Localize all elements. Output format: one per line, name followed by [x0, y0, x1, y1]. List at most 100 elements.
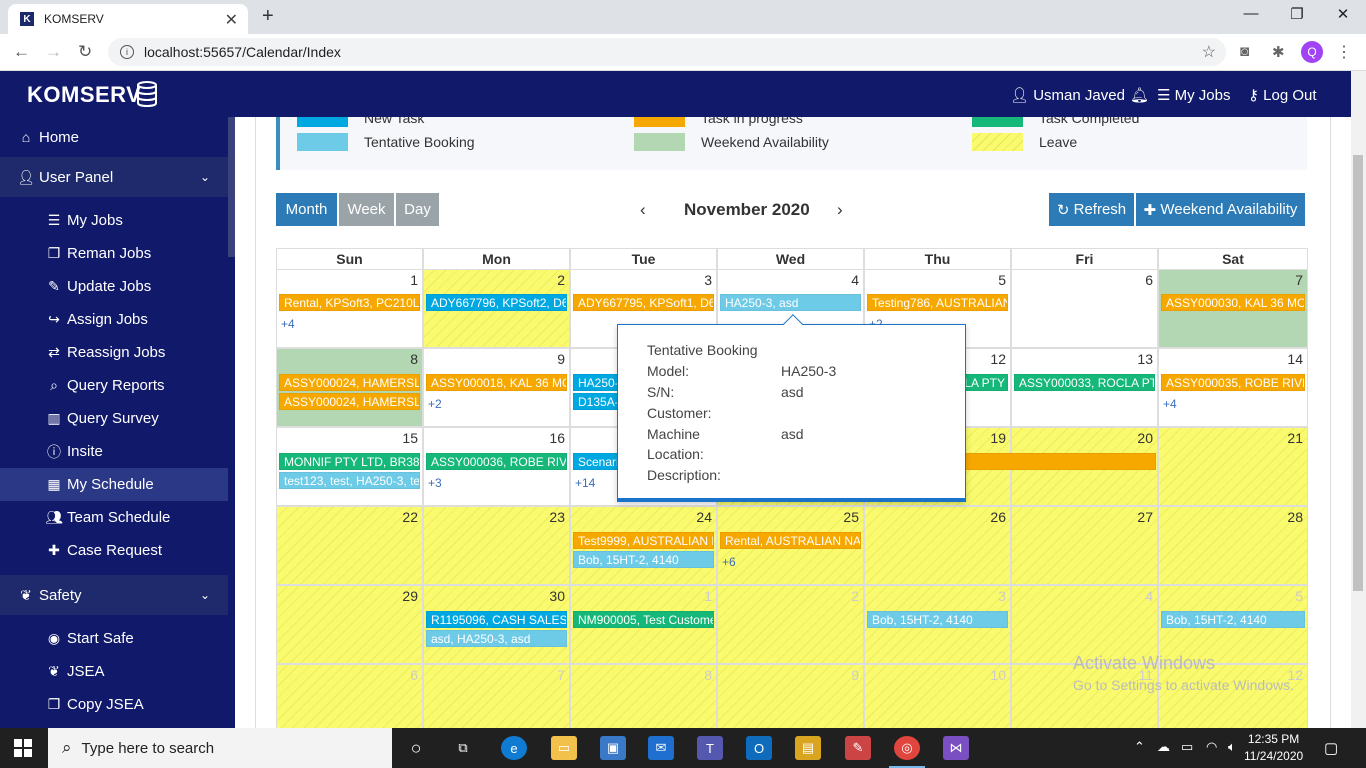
sidebar-item-jsea[interactable]: ❦ JSEA	[0, 655, 228, 688]
file-explorer-icon[interactable]: ▭	[551, 736, 577, 760]
my-jobs-link[interactable]: ☰ My Jobs	[1157, 86, 1230, 104]
sidebar-item-start-safe[interactable]: ◉ Start Safe	[0, 622, 228, 655]
calendar-event[interactable]: ASSY000035, ROBE RIVER	[1161, 374, 1305, 391]
more-events-link[interactable]: +4	[281, 317, 295, 331]
sidebar-item-case-request[interactable]: ✚ Case Request	[0, 534, 228, 567]
sidebar-item-safety[interactable]: ❦ Safety ⌄	[0, 575, 228, 615]
notifications-icon[interactable]: ▢	[1324, 739, 1338, 757]
mail-icon[interactable]: ✉	[648, 736, 674, 760]
bell-icon[interactable]: 🔔︎	[1130, 86, 1149, 104]
back-icon[interactable]: ←	[13, 42, 30, 62]
day-cell[interactable]: 28	[1158, 506, 1308, 585]
chrome-icon[interactable]: ◎	[894, 736, 920, 760]
menu-dots-icon[interactable]: ⋮	[1336, 42, 1352, 62]
day-cell[interactable]: 10	[864, 664, 1011, 728]
prev-month-icon[interactable]: ‹	[640, 200, 646, 220]
address-bar[interactable]: i localhost:55657/Calendar/Index ☆	[108, 38, 1226, 66]
calendar-event[interactable]: ASSY000036, ROBE RIVER	[426, 453, 567, 470]
sidebar-item-my-jobs[interactable]: ☰ My Jobs	[0, 204, 228, 237]
calendar-event[interactable]: R1195096, CASH SALES -	[426, 611, 567, 628]
camera-icon[interactable]: ◙	[1240, 43, 1249, 60]
visual-studio-icon[interactable]: ⋈	[943, 736, 969, 760]
edge-icon[interactable]: e	[501, 736, 527, 760]
sql-icon[interactable]: ▤	[795, 736, 821, 760]
outlook-icon[interactable]: O	[746, 736, 772, 760]
calendar-event[interactable]: Testing786, AUSTRALIAN	[867, 294, 1008, 311]
new-tab-icon[interactable]: +	[262, 5, 274, 28]
day-cell[interactable]: 26	[864, 506, 1011, 585]
sidebar-item-copy-jsea[interactable]: ❐ Copy JSEA	[0, 688, 228, 721]
page-scrollbar-thumb[interactable]	[1353, 155, 1363, 591]
calendar-event[interactable]: ASSY000018, KAL 36 MOG	[426, 374, 567, 391]
day-cell[interactable]: 27	[1011, 506, 1158, 585]
sidebar-item-query-survey[interactable]: ▥ Query Survey	[0, 402, 228, 435]
system-clock[interactable]: 12:35 PM 11/24/2020	[1244, 731, 1303, 765]
next-month-icon[interactable]: ›	[837, 200, 843, 220]
calendar-event[interactable]: ASSY000024, HAMERSLEY	[279, 393, 420, 410]
calendar-event[interactable]: ADY667796, KPSoft2, D65	[426, 294, 567, 311]
windows-start-icon[interactable]	[14, 739, 32, 757]
day-cell[interactable]: 23	[423, 506, 570, 585]
user-menu[interactable]: 👤︎ Usman Javed	[1010, 86, 1125, 104]
day-cell[interactable]: 22	[276, 506, 423, 585]
calendar-event[interactable]: Bob, 15HT-2, 4140	[867, 611, 1008, 628]
day-view-button[interactable]: Day	[396, 193, 439, 226]
sidebar-item-update-jobs[interactable]: ✎ Update Jobs	[0, 270, 228, 303]
sidebar-item-reman-jobs[interactable]: ❐ Reman Jobs	[0, 237, 228, 270]
more-events-link[interactable]: +6	[722, 555, 736, 569]
battery-icon[interactable]: ▭	[1181, 739, 1193, 755]
calendar-event[interactable]: MONNIF PTY LTD, BR380J	[279, 453, 420, 470]
sidebar-item-insite[interactable]: ⓘ Insite	[0, 435, 228, 468]
sidebar-scrollbar[interactable]	[228, 117, 235, 257]
calendar-event[interactable]: Bob, 15HT-2, 4140	[1161, 611, 1305, 628]
sidebar-item-home[interactable]: ⌂ Home	[0, 117, 228, 157]
sidebar-item-reassign-jobs[interactable]: ⇄ Reassign Jobs	[0, 336, 228, 369]
volume-icon[interactable]: 🔈︎	[1228, 739, 1236, 755]
day-cell[interactable]: 6	[276, 664, 423, 728]
task-view-icon[interactable]: ⧉	[450, 736, 476, 760]
restore-icon[interactable]: ❐	[1287, 5, 1307, 23]
sidebar-item-team-schedule[interactable]: 👥︎ Team Schedule	[0, 501, 228, 534]
sidebar-item-my-schedule[interactable]: ▦ My Schedule	[0, 468, 228, 501]
calendar-event[interactable]: HA250-3, asd	[720, 294, 861, 311]
minimize-icon[interactable]: —	[1241, 5, 1261, 22]
logout-link[interactable]: ⚷ Log Out	[1248, 86, 1317, 104]
refresh-button[interactable]: ↻ Refresh	[1049, 193, 1134, 226]
more-events-link[interactable]: +4	[1163, 397, 1177, 411]
app-logo[interactable]: KOMSERV	[27, 82, 141, 108]
calendar-event[interactable]: ASSY000030, KAL 36 MOG	[1161, 294, 1305, 311]
calendar-event[interactable]: Rental, AUSTRALIAN NAT	[720, 532, 861, 549]
calendar-event[interactable]: ASSY000024, HAMERSLEY	[279, 374, 420, 391]
calendar-event[interactable]: test123, test, HA250-3, te	[279, 472, 420, 489]
day-cell[interactable]: 7	[423, 664, 570, 728]
more-events-link[interactable]: +14	[575, 476, 595, 490]
day-cell[interactable]: 2	[717, 585, 864, 664]
site-info-icon[interactable]: i	[120, 45, 134, 59]
sidebar-item-user-panel[interactable]: 👤︎ User Panel ⌄	[0, 157, 228, 197]
weekend-availability-button[interactable]: ✚ Weekend Availability	[1136, 193, 1305, 226]
calendar-event[interactable]: Bob, 15HT-2, 4140	[573, 551, 714, 568]
calendar-event[interactable]: ADY667795, KPSoft1, D65	[573, 294, 714, 311]
tray-chevron-icon[interactable]: ⌃	[1134, 739, 1145, 755]
close-window-icon[interactable]: ✕	[1333, 5, 1353, 23]
week-view-button[interactable]: Week	[339, 193, 394, 226]
close-tab-icon[interactable]: ✕	[225, 10, 238, 30]
profile-avatar[interactable]: Q	[1301, 41, 1323, 63]
reload-icon[interactable]: ↻	[78, 42, 92, 62]
sidebar-item-query-reports[interactable]: ⌕ Query Reports	[0, 369, 228, 402]
cortana-icon[interactable]: ○	[403, 736, 429, 760]
calendar-event[interactable]: Test9999, AUSTRALIAN N	[573, 532, 714, 549]
taskbar-search[interactable]: ⌕ Type here to search	[48, 728, 392, 768]
extensions-icon[interactable]: ✱	[1272, 43, 1285, 61]
network-status-icon[interactable]: ☁	[1157, 739, 1170, 755]
calendar-event[interactable]: NM900005, Test Custome	[573, 611, 714, 628]
day-cell[interactable]: 6	[1011, 269, 1158, 348]
day-cell[interactable]: 21	[1158, 427, 1308, 506]
more-events-link[interactable]: +3	[428, 476, 442, 490]
browser-tab[interactable]: K KOMSERV ✕	[8, 4, 248, 34]
day-cell[interactable]: 9	[717, 664, 864, 728]
calendar-event[interactable]: asd, HA250-3, asd	[426, 630, 567, 647]
bookmark-star-icon[interactable]: ☆	[1202, 42, 1216, 62]
store-icon[interactable]: ▣	[600, 736, 626, 760]
paint-icon[interactable]: ✎	[845, 736, 871, 760]
